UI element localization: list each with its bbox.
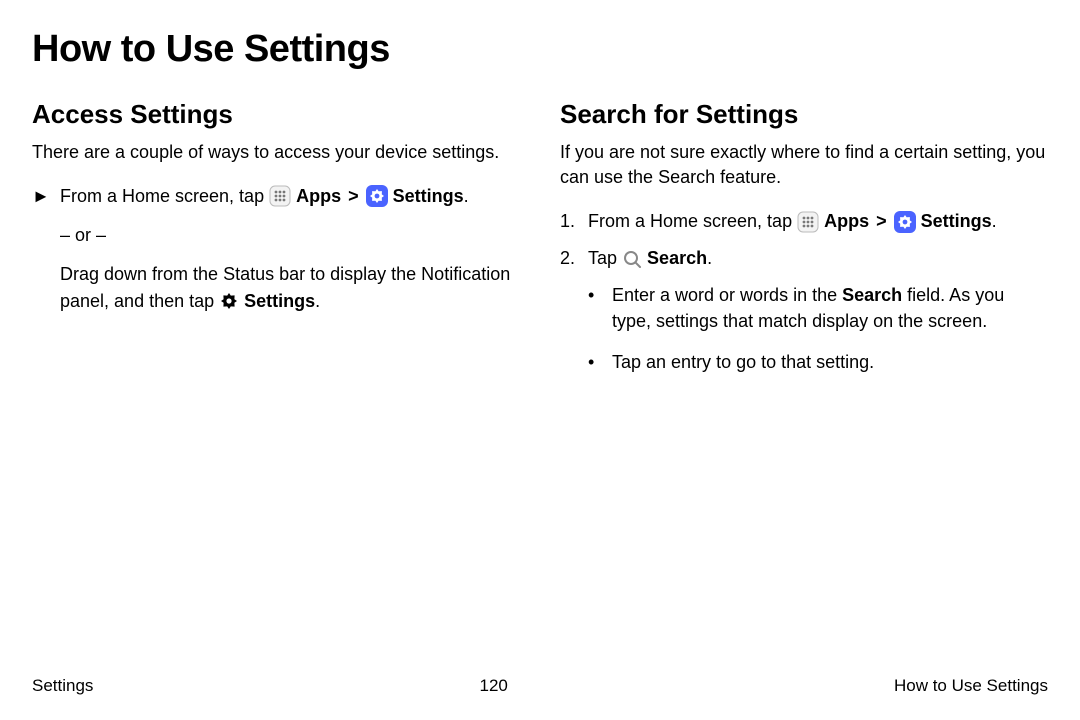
step-text: From a Home screen, tap (60, 186, 269, 206)
period: . (707, 248, 712, 268)
search-step-1: 1. From a Home screen, tap (560, 208, 1048, 235)
search-settings-heading: Search for Settings (560, 99, 1048, 130)
footer-page-number: 120 (480, 676, 508, 696)
access-settings-heading: Access Settings (32, 99, 520, 130)
settings-gear-blue-icon (894, 211, 916, 233)
search-step-2: 2. Tap Search. (560, 245, 1048, 388)
settings-gear-black-icon (219, 291, 239, 311)
step-number-2: 2. (560, 245, 588, 388)
search-settings-intro: If you are not sure exactly where to fin… (560, 140, 1048, 190)
step-text: From a Home screen, tap (588, 211, 797, 231)
page-title: How to Use Settings (32, 28, 1048, 71)
chevron: > (348, 186, 359, 206)
apps-icon (269, 185, 291, 207)
settings-label: Settings (393, 186, 464, 206)
manual-page: How to Use Settings Access Settings Ther… (0, 0, 1080, 720)
bullet-dot-icon: • (588, 282, 612, 334)
apps-icon (797, 211, 819, 233)
alt-method-text: Drag down from the Status bar to display… (60, 261, 520, 315)
period: . (992, 211, 997, 231)
page-footer: Settings 120 How to Use Settings (32, 676, 1048, 696)
search-label: Search (647, 248, 707, 268)
sub-bullets: • Enter a word or words in the Search fi… (588, 282, 1048, 374)
content-columns: Access Settings There are a couple of wa… (32, 99, 1048, 399)
left-column: Access Settings There are a couple of wa… (32, 99, 520, 399)
settings-label: Settings (921, 211, 992, 231)
access-step-1: ► From a Home screen, tap (32, 183, 520, 327)
settings-gear-blue-icon (366, 185, 388, 207)
access-settings-intro: There are a couple of ways to access you… (32, 140, 520, 165)
right-column: Search for Settings If you are not sure … (560, 99, 1048, 399)
bullet-item: • Tap an entry to go to that setting. (588, 349, 1048, 375)
apps-label: Apps (824, 211, 869, 231)
apps-label: Apps (296, 186, 341, 206)
search-icon (622, 249, 642, 269)
period: . (464, 186, 469, 206)
step-number-1: 1. (560, 208, 588, 235)
or-text: – or – (60, 222, 520, 249)
footer-right: How to Use Settings (894, 676, 1048, 696)
chevron: > (876, 211, 887, 231)
bullet-item: • Enter a word or words in the Search fi… (588, 282, 1048, 334)
step-text: Tap (588, 248, 622, 268)
bullet-dot-icon: • (588, 349, 612, 375)
footer-left: Settings (32, 676, 93, 696)
triangle-marker: ► (32, 183, 60, 327)
